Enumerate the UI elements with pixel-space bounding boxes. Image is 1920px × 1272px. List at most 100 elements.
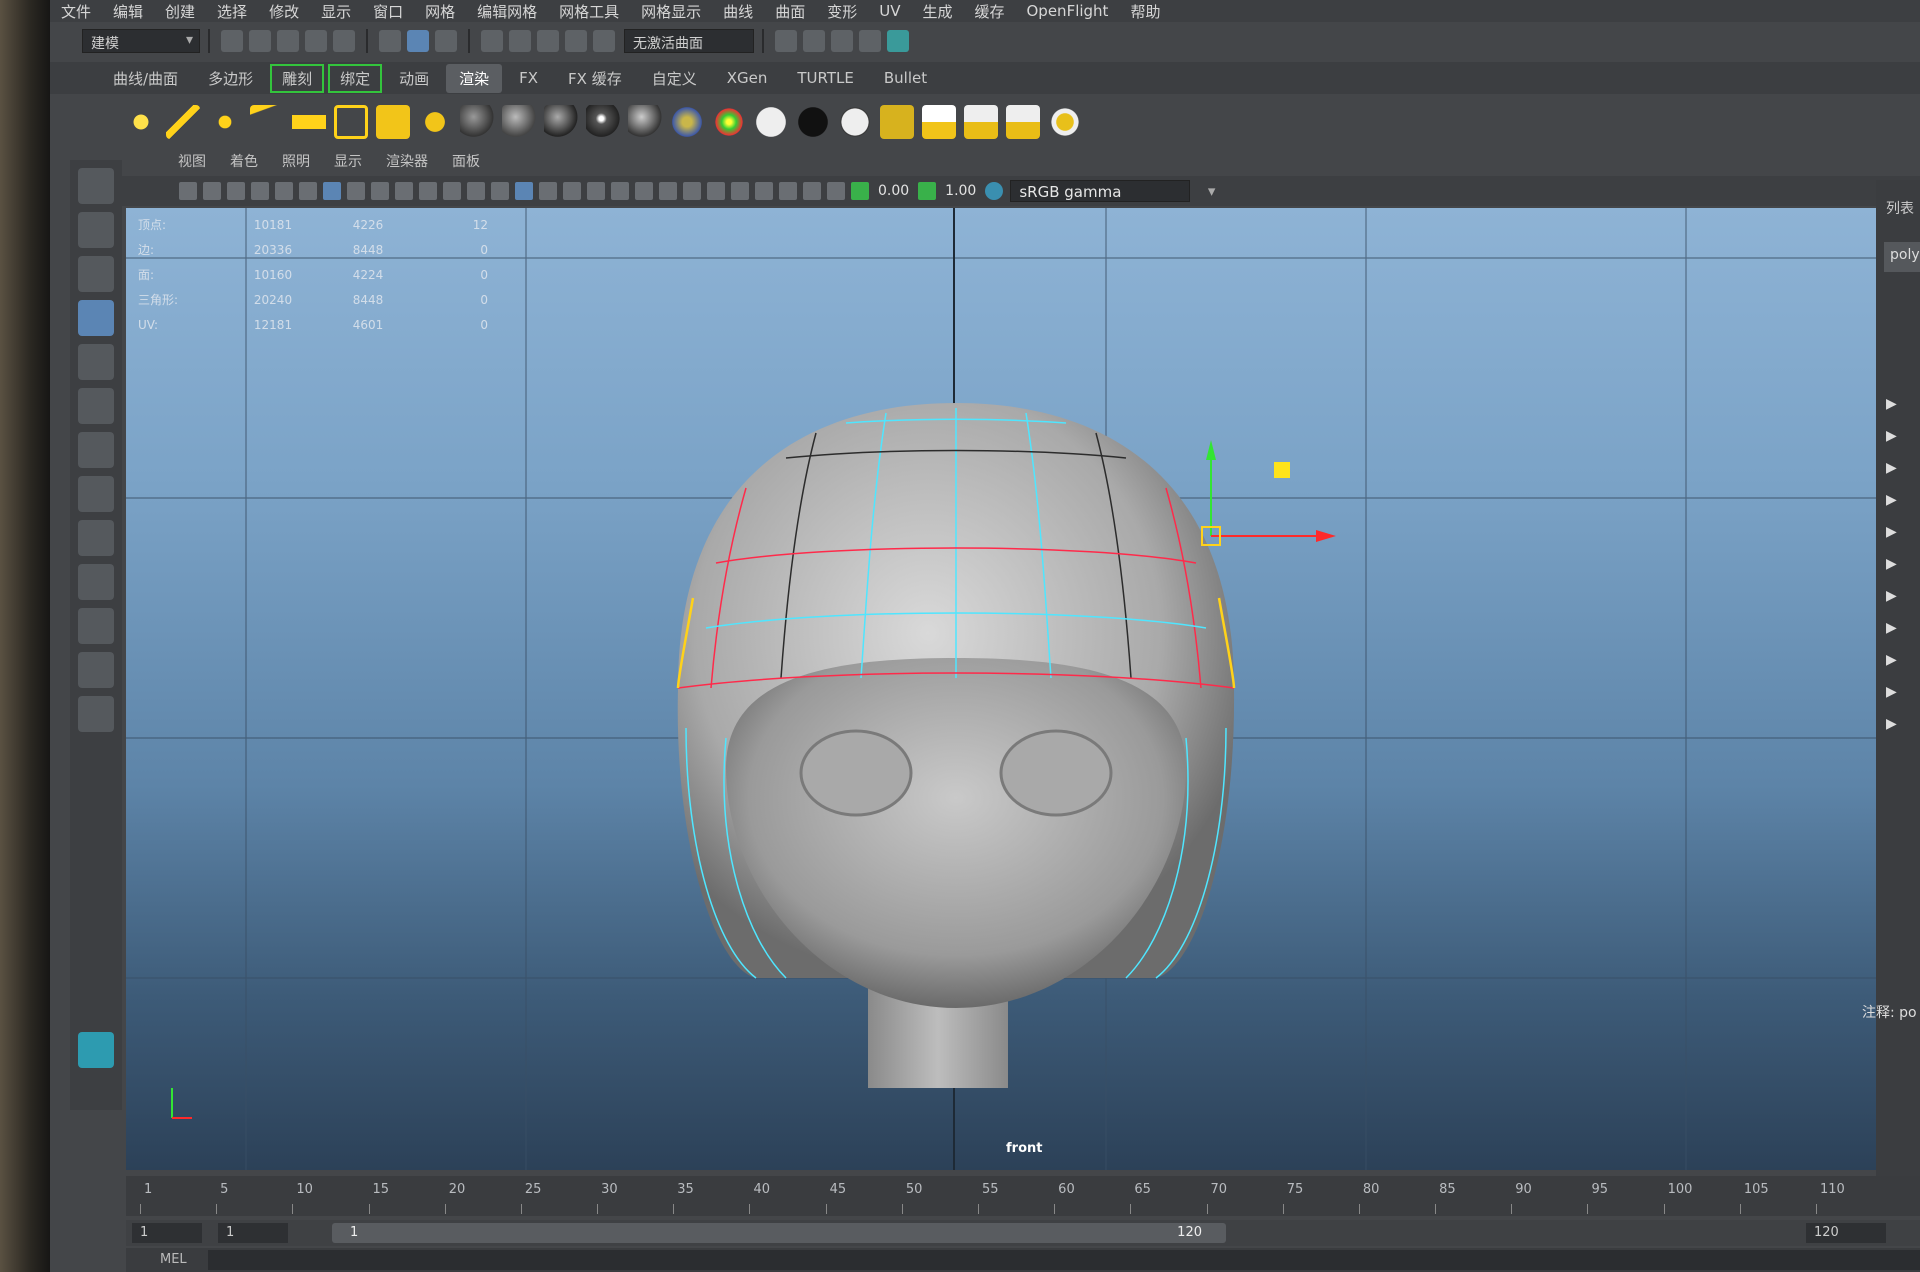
panel-menu-item[interactable]: 显示 — [334, 151, 362, 171]
black-sphere-icon[interactable] — [796, 105, 830, 139]
expand-arrow-icon[interactable]: ▶ — [1886, 684, 1897, 700]
animation-start-field[interactable]: 1 — [132, 1223, 202, 1243]
render-region-icon[interactable] — [1006, 105, 1040, 139]
animation-end-field[interactable]: 120 — [1806, 1223, 1886, 1243]
expand-arrow-icon[interactable]: ▶ — [1886, 524, 1897, 540]
spot-light-icon[interactable] — [250, 105, 284, 139]
menu-item[interactable]: OpenFlight — [1016, 2, 1120, 20]
menu-item[interactable]: 帮助 — [1119, 1, 1171, 22]
grease-pencil-icon[interactable] — [299, 182, 317, 200]
shelf-tab[interactable]: FX 缓存 — [555, 64, 635, 93]
snap-curve-icon[interactable] — [509, 30, 531, 52]
bookmark-icon[interactable] — [227, 182, 245, 200]
shader-sphere-lambert-icon[interactable] — [502, 105, 536, 139]
area-light-icon[interactable] — [292, 105, 326, 139]
isolate-select-icon[interactable] — [755, 182, 773, 200]
expand-arrow-icon[interactable]: ▶ — [1886, 716, 1897, 732]
camera-attributes-icon[interactable] — [203, 182, 221, 200]
node-editor-layout-icon[interactable] — [78, 696, 114, 732]
outliner-layout-icon[interactable] — [78, 608, 114, 644]
shader-sphere-blinn-icon[interactable] — [544, 105, 578, 139]
save-scene-icon[interactable] — [277, 30, 299, 52]
shelf-tab[interactable]: 自定义 — [639, 64, 710, 93]
menu-item[interactable]: 编辑 — [102, 1, 154, 22]
render-view-icon[interactable] — [775, 30, 797, 52]
menu-item[interactable]: 生成 — [911, 1, 963, 22]
expand-arrow-icon[interactable]: ▶ — [1886, 396, 1897, 412]
command-input[interactable] — [208, 1250, 1920, 1270]
use-all-lights-icon[interactable] — [611, 182, 629, 200]
rainbow-shader-icon[interactable] — [712, 105, 746, 139]
shelf-tab[interactable]: 绑定 — [328, 63, 383, 93]
volume-light-icon[interactable] — [334, 105, 368, 139]
panel-menu-item[interactable]: 渲染器 — [386, 151, 428, 171]
scale-tool-icon[interactable] — [78, 388, 114, 424]
menu-item[interactable]: 变形 — [816, 1, 868, 22]
open-scene-icon[interactable] — [249, 30, 271, 52]
safe-title-icon[interactable] — [467, 182, 485, 200]
menu-item[interactable]: 网格显示 — [630, 1, 712, 22]
redo-icon[interactable] — [333, 30, 355, 52]
expand-arrow-icon[interactable]: ▶ — [1886, 460, 1897, 476]
last-tool-icon[interactable] — [78, 432, 114, 468]
menu-item[interactable]: 网格 — [414, 1, 466, 22]
menu-item[interactable]: 修改 — [258, 1, 310, 22]
lasso-tool-icon[interactable] — [78, 212, 114, 248]
expand-arrow-icon[interactable]: ▶ — [1886, 492, 1897, 508]
rotate-tool-icon[interactable] — [78, 344, 114, 380]
ramp-shader-icon[interactable] — [670, 105, 704, 139]
single-perspective-layout-icon[interactable] — [78, 476, 114, 512]
wireframe-on-shaded-icon[interactable] — [563, 182, 581, 200]
ipr-render-icon[interactable] — [831, 30, 853, 52]
hypershade-icon[interactable] — [887, 30, 909, 52]
shelf-tab[interactable]: TURTLE — [784, 65, 866, 91]
menu-item[interactable]: 网格工具 — [548, 1, 630, 22]
default-material-icon[interactable] — [539, 182, 557, 200]
camera-icon[interactable] — [376, 105, 410, 139]
render-texture-icon[interactable] — [880, 105, 914, 139]
graph-layout-icon[interactable] — [78, 652, 114, 688]
image-plane-icon[interactable] — [251, 182, 269, 200]
menu-set-dropdown[interactable]: 建模 — [82, 29, 200, 53]
shelf-tab[interactable]: 曲线/曲面 — [100, 64, 191, 93]
time-slider[interactable]: 1 5 10 15 20 25 30 35 40 45 50 55 60 65 70 75 80 85 90 95 10… — [126, 1176, 1920, 1216]
batch-render-icon[interactable] — [922, 105, 956, 139]
move-manipulator[interactable] — [1201, 440, 1336, 546]
color-management-icon[interactable] — [985, 182, 1004, 200]
expand-arrow-icon[interactable]: ▶ — [1886, 652, 1897, 668]
shadows-icon[interactable] — [635, 182, 653, 200]
expand-arrow-icon[interactable]: ▶ — [1886, 588, 1897, 604]
gamma-field[interactable]: 1.00 — [945, 183, 976, 199]
selected-node-name[interactable]: poly — [1884, 242, 1920, 272]
motion-blur-icon[interactable] — [683, 182, 701, 200]
camera-aim-icon[interactable] — [418, 105, 452, 139]
white-sphere-icon[interactable] — [754, 105, 788, 139]
render-frame-icon[interactable] — [803, 30, 825, 52]
grid-toggle-icon[interactable] — [323, 182, 341, 200]
expand-arrow-icon[interactable]: ▶ — [1886, 620, 1897, 636]
shelf-tab[interactable]: 动画 — [386, 64, 442, 93]
menu-item[interactable]: 创建 — [154, 1, 206, 22]
range-slider[interactable]: 1 120 — [332, 1223, 1226, 1243]
2d-pan-zoom-icon[interactable] — [275, 182, 293, 200]
shelf-tab[interactable]: 多边形 — [195, 64, 266, 93]
exposure-icon[interactable] — [851, 182, 869, 200]
select-tool-icon[interactable] — [78, 168, 114, 204]
film-gate-icon[interactable] — [347, 182, 365, 200]
shader-sphere-anisotropic-icon[interactable] — [628, 105, 662, 139]
shelf-tab[interactable]: XGen — [714, 65, 781, 91]
resolution-gate-icon[interactable] — [371, 182, 389, 200]
expand-arrow-icon[interactable]: ▶ — [1886, 428, 1897, 444]
select-component-icon[interactable] — [435, 30, 457, 52]
front-viewport[interactable]: 顶点: 10181 4226 12 边: 20336 8448 0 面: 10160 4224 0 三角… — [126, 208, 1876, 1170]
panel-menu-item[interactable]: 照明 — [282, 151, 310, 171]
shader-sphere-phong-icon[interactable] — [586, 105, 620, 139]
xray-joints-icon[interactable] — [803, 182, 821, 200]
panel-menu-item[interactable]: 着色 — [230, 151, 258, 171]
menu-item[interactable]: 窗口 — [362, 1, 414, 22]
command-language-label[interactable]: MEL — [160, 1252, 187, 1267]
snap-grid-icon[interactable] — [481, 30, 503, 52]
snap-view-plane-icon[interactable] — [565, 30, 587, 52]
playback-start-field[interactable]: 1 — [218, 1223, 288, 1243]
render-settings-icon[interactable] — [859, 30, 881, 52]
